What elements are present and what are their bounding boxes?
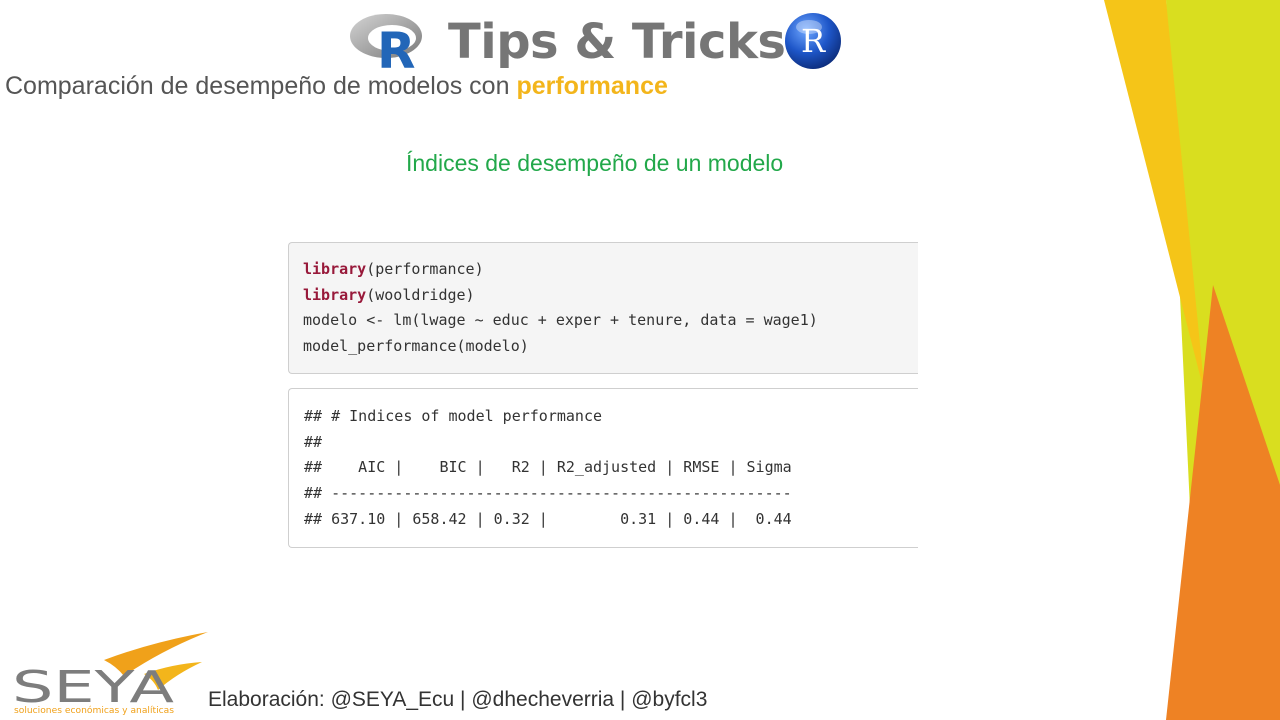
r-logo-icon: R: [350, 14, 422, 72]
seya-logo: SEYA soluciones económicas y analíticas: [12, 632, 208, 716]
code-keyword: library: [303, 285, 367, 304]
r-ball-icon: R: [785, 13, 841, 69]
subtitle-text: Comparación de desempeño de modelos con: [5, 72, 517, 100]
output-line: ##: [304, 432, 323, 451]
page-title: Tips & Tricks: [448, 14, 786, 70]
subtitle: Comparación de desempeño de modelos con …: [5, 72, 668, 101]
output-line: ## 637.10 | 658.42 | 0.32 | 0.31 | 0.44 …: [304, 509, 792, 528]
code-output-block: ## # Indices of model performance ## ## …: [288, 388, 918, 548]
r-logo-letter: R: [377, 22, 416, 72]
output-line: ## # Indices of model performance: [304, 407, 603, 425]
footer-credits: Elaboración: @SEYA_Ecu | @dhecheverria |…: [208, 688, 708, 711]
code-input-block: library(performance) library(wooldridge)…: [288, 242, 918, 374]
output-line: ## AIC | BIC | R2 | R2_adjusted | RMSE |…: [304, 458, 792, 477]
code-line: model_performance(modelo): [303, 337, 529, 356]
section-title: Índices de desempeño de un modelo: [406, 150, 784, 176]
logo-tagline: soluciones económicas y analíticas: [14, 705, 175, 716]
output-line: ## -------------------------------------…: [304, 484, 792, 503]
code-line: modelo <- lm(lwage ~ educ + exper + tenu…: [303, 311, 818, 330]
header: R Tips & Tricks R: [348, 6, 848, 72]
code-text: (performance): [366, 260, 484, 278]
r-ball-letter: R: [801, 22, 826, 60]
code-keyword: library: [303, 260, 367, 278]
code-text: (wooldridge): [366, 285, 475, 304]
code-line: library(performance): [303, 257, 918, 283]
code-line: library(wooldridge): [303, 283, 918, 309]
subtitle-highlight: performance: [516, 72, 668, 100]
